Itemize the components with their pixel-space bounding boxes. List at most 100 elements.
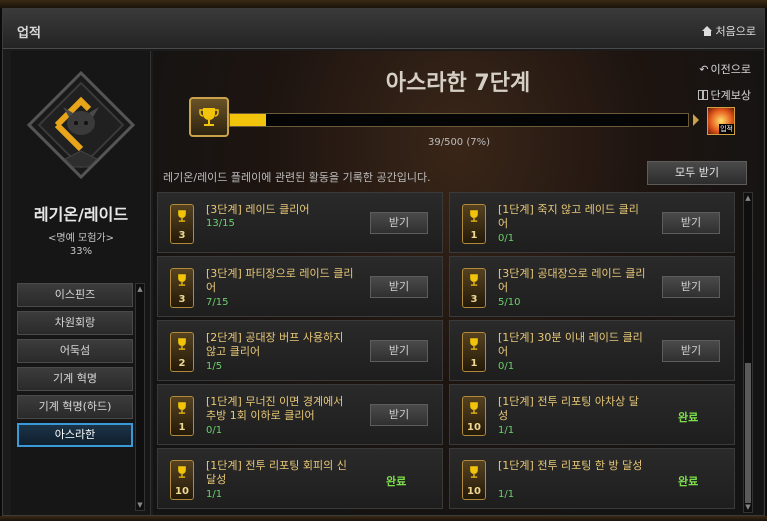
scroll-down-icon[interactable]: ▼ (136, 500, 144, 510)
achievement-trophy-icon: 1 (462, 332, 486, 372)
achievement-card: 10 [1단계] 전투 리포팅 한 방 달성 1/1 완료 (449, 448, 735, 509)
achievement-level: 2 (178, 358, 186, 369)
achievement-card: 3 [3단계] 공대장으로 레이드 클리어 5/10 받기 (449, 256, 735, 317)
achievement-progress: 0/1 (498, 233, 515, 244)
achievement-title-text: [1단계] 전투 리포팅 아차상 달성 (498, 395, 639, 422)
achievement-title-text: [3단계] 파티장으로 레이드 클리어 (206, 267, 354, 294)
step-reward-text: 단계보상 (710, 89, 751, 102)
prev-button[interactable]: ↶ 이전으로 (699, 61, 751, 77)
achievement-progress-bar (229, 113, 689, 127)
achievement-trophy-icon: 10 (462, 396, 486, 436)
step-reward-item[interactable]: 입적 (707, 107, 735, 135)
nav-item-ispins[interactable]: 이스핀즈 (17, 283, 133, 307)
achievement-scrollbar[interactable]: ▲ ▼ (743, 192, 753, 513)
scroll-up-icon[interactable]: ▲ (136, 284, 144, 294)
nav-item-machine-revolution[interactable]: 기계 혁명 (17, 367, 133, 391)
achievement-card: 1 [1단계] 30분 이내 레이드 클리어 0/1 받기 (449, 320, 735, 381)
prev-label: 이전으로 (710, 63, 751, 76)
achievement-progress: 1/1 (498, 425, 515, 436)
scroll-down-icon[interactable]: ▼ (744, 502, 752, 512)
progress-fill (230, 114, 266, 126)
window-title: 업적 (17, 26, 41, 41)
achievement-title-text: [1단계] 죽지 않고 레이드 클리어 (498, 203, 639, 230)
category-name: 레기온/레이드 (33, 205, 129, 224)
claim-button[interactable]: 받기 (370, 404, 428, 426)
achievement-card: 10 [1단계] 전투 리포팅 회피의 신 달성 1/1 완료 (157, 448, 443, 509)
achievement-progress: 1/1 (498, 489, 515, 500)
achievement-level: 1 (178, 422, 186, 433)
achievement-title-text: [3단계] 공대장으로 레이드 클리어 (498, 267, 646, 294)
step-reward-label: 단계보상 (697, 87, 751, 103)
claim-all-button[interactable]: 모두 받기 (647, 161, 747, 185)
category-title: <명예 모험가> (48, 233, 114, 244)
claim-button[interactable]: 받기 (370, 340, 428, 362)
achievement-level: 10 (175, 486, 189, 497)
category-percent: 33% (69, 246, 93, 257)
achievement-title-text: [1단계] 30분 이내 레이드 클리어 (498, 331, 643, 358)
achievement-level: 1 (470, 358, 478, 369)
nav-item-dark-island[interactable]: 어둑섬 (17, 339, 133, 363)
claim-button[interactable]: 받기 (370, 276, 428, 298)
achievement-card: 3 [3단계] 레이드 클리어 13/15 받기 (157, 192, 443, 253)
achievement-window: 업적 처음으로 레기온/레이드 <명예 모험가> 33% 이스핀즈 차원회랑 어… (2, 8, 765, 516)
achievement-trophy-icon: 10 (170, 460, 194, 500)
achievement-card: 1 [1단계] 죽지 않고 레이드 클리어 0/1 받기 (449, 192, 735, 253)
achievement-title-text: [1단계] 무너진 이면 경계에서 추방 1회 이하로 클리어 (206, 395, 344, 422)
category-description: 레기온/레이드 플레이에 관련된 활동을 기록한 공간입니다. (163, 171, 431, 184)
achievement-title: 아스라한 7단계 (385, 71, 531, 96)
claim-button[interactable]: 받기 (370, 212, 428, 234)
claim-button[interactable]: 받기 (662, 340, 720, 362)
gift-icon (697, 90, 708, 100)
achievement-trophy-icon: 3 (170, 204, 194, 244)
achievement-trophy-icon: 3 (170, 268, 194, 308)
home-button[interactable]: 처음으로 (701, 23, 756, 39)
achievement-trophy-icon: 1 (462, 204, 486, 244)
completed-label: 완료 (386, 475, 407, 488)
achievement-title-text: [3단계] 레이드 클리어 (206, 203, 310, 216)
achievement-trophy-icon: 10 (462, 460, 486, 500)
achievement-level: 1 (470, 230, 478, 241)
achievement-main: 아스라한 7단계 ↶ 이전으로 단계보상 입적 39/500 (7%) 레기온/… (153, 51, 763, 515)
home-label: 처음으로 (715, 25, 756, 38)
claim-button[interactable]: 받기 (662, 212, 720, 234)
bottom-frame-bar (0, 516, 767, 521)
achievement-level: 10 (467, 486, 481, 497)
achievement-card: 2 [2단계] 공대장 버프 사용하지 않고 클리어 1/5 받기 (157, 320, 443, 381)
achievement-progress: 7/15 (206, 297, 229, 308)
achievement-trophy-icon: 1 (170, 396, 194, 436)
achievement-progress: 0/1 (206, 425, 223, 436)
achievement-card: 10 [1단계] 전투 리포팅 아차상 달성 1/1 완료 (449, 384, 735, 445)
achievement-progress: 0/1 (498, 361, 515, 372)
achievement-title-text: [2단계] 공대장 버프 사용하지 않고 클리어 (206, 331, 344, 358)
achievement-progress: 1/5 (206, 361, 223, 372)
progress-text: 39/500 (7%) (427, 137, 491, 148)
achievement-title-text: [1단계] 전투 리포팅 한 방 달성 (498, 459, 643, 472)
scroll-up-icon[interactable]: ▲ (744, 193, 752, 203)
sidebar-scrollbar[interactable]: ▲ ▼ (135, 283, 145, 511)
nav-item-asrahan[interactable]: 아스라한 (17, 423, 133, 447)
claim-button[interactable]: 받기 (662, 276, 720, 298)
scroll-thumb[interactable] (745, 363, 751, 503)
achievement-level: 3 (470, 294, 478, 305)
achievement-level: 3 (178, 230, 186, 241)
achievement-title-text: [1단계] 전투 리포팅 회피의 신 달성 (206, 459, 347, 486)
progress-arrow-icon (693, 114, 699, 126)
achievement-card: 1 [1단계] 무너진 이면 경계에서 추방 1회 이하로 클리어 0/1 받기 (157, 384, 443, 445)
legion-emblem-icon (27, 71, 135, 179)
achievement-level: 10 (467, 422, 481, 433)
window-titlebar: 업적 처음으로 (3, 9, 764, 49)
trophy-icon (199, 108, 219, 126)
category-sidebar: 레기온/레이드 <명예 모험가> 33% 이스핀즈 차원회랑 어둑섬 기계 혁명… (11, 51, 151, 515)
reward-item-label: 입적 (719, 124, 734, 134)
completed-label: 완료 (678, 411, 699, 424)
top-frame-bar (0, 0, 767, 8)
achievement-trophy-icon: 3 (462, 268, 486, 308)
achievement-progress: 5/10 (498, 297, 521, 308)
category-nav: 이스핀즈 차원회랑 어둑섬 기계 혁명 기계 혁명(하드) 아스라한 (17, 283, 133, 451)
nav-item-dimension-corridor[interactable]: 차원회랑 (17, 311, 133, 335)
back-arrow-icon: ↶ (699, 62, 709, 76)
nav-item-machine-revolution-hard[interactable]: 기계 혁명(하드) (17, 395, 133, 419)
achievement-progress: 13/15 (206, 218, 235, 229)
achievement-trophy-icon: 2 (170, 332, 194, 372)
completed-label: 완료 (678, 475, 699, 488)
